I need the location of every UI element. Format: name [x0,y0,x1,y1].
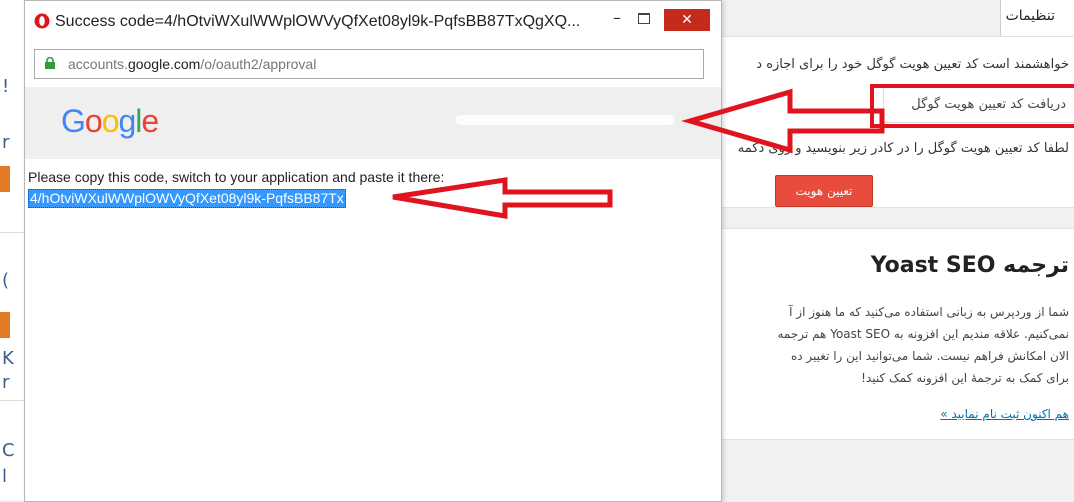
window-title: Success code=4/hOtviWXulWWplOWVyQfXet08y… [55,13,581,30]
left-strip-divider [0,232,26,233]
tab-settings-label: تنظیمات [1005,8,1055,24]
left-strip-glyph: K [2,348,14,369]
auth-instruction: لطفا کد تعیین هویت گوگل را در کادر زیر ب… [737,141,1069,156]
translate-title: ترجمه Yoast SEO [870,253,1069,278]
tab-settings[interactable]: تنظیمات [1000,0,1074,37]
left-strip-glyph: l [2,466,8,487]
oauth-popup-window: Success code=4/hOtviWXulWWplOWVyQfXet08y… [24,0,722,502]
translate-panel: ترجمه Yoast SEO شما از وردپرس به زبانی ا… [718,228,1074,440]
authenticate-button[interactable]: تعیین هویت [775,175,873,207]
url-domain: google.com [127,56,201,72]
translate-text-line: شما از وردپرس به زبانی استفاده می‌کنید ک… [789,305,1069,319]
url-text: accounts.google.com/o/oauth2/approval [68,56,316,72]
background-left-strip: ! r ( K r C l [0,0,26,500]
close-button[interactable]: ✕ [664,9,710,31]
google-logo-letter: g [118,103,136,139]
left-strip-glyph: r [2,372,10,393]
translate-text-line: الان امکانش فراهم نیست. شما می‌توانید ای… [790,349,1069,363]
account-info-blurred [455,115,675,125]
lock-icon [45,57,55,69]
left-strip-glyph: ! [2,76,10,97]
left-strip-glyph: C [2,440,15,461]
left-strip-divider [0,400,26,401]
maximize-button[interactable] [638,13,650,24]
google-logo-letter: e [141,103,159,139]
get-auth-code-button[interactable]: دریافت کد تعیین هویت گوگل [883,87,1074,123]
minimize-button[interactable]: – [605,9,629,29]
auth-code-field[interactable]: 4/hOtviWXulWWplOWVyQfXet08yl9k-PqfsBB87T… [28,189,346,208]
page-content: Google Please copy this code, switch to … [25,87,721,501]
background-page: تنظیمات خواهشمند است کد تعیین هویت گوگل … [718,0,1074,500]
google-logo-letter: G [61,103,86,139]
register-link[interactable]: هم اکنون ثبت نام نمایید » [940,407,1069,421]
get-auth-code-label: دریافت کد تعیین هویت گوگل [911,97,1066,112]
url-path: /o/oauth2/approval [200,56,317,72]
google-auth-panel: خواهشمند است کد تعیین هویت گوگل خود را ب… [718,36,1074,208]
copy-instruction: Please copy this code, switch to your ap… [28,169,445,185]
left-strip-orange-block [0,166,10,192]
google-header: Google [25,87,721,159]
left-strip-orange-block [0,312,10,338]
google-logo-letter: o [84,103,103,139]
google-logo-letter: o [101,103,120,139]
translate-text-line: برای کمک به ترجمهٔ این افزونه کمک کنید! [861,371,1069,385]
opera-icon [34,13,50,29]
translate-text-line: نمی‌کنیم. علاقه مندیم این افزونه به Yoas… [777,327,1070,341]
google-logo: Google [61,103,159,140]
window-titlebar[interactable]: Success code=4/hOtviWXulWWplOWVyQfXet08y… [25,1,721,43]
auth-description: خواهشمند است کد تعیین هویت گوگل خود را ب… [756,57,1069,72]
left-strip-glyph: r [2,132,10,153]
address-bar[interactable]: accounts.google.com/o/oauth2/approval [34,49,704,79]
left-strip-glyph: ( [2,270,10,291]
url-scheme-host: accounts. [68,56,128,72]
